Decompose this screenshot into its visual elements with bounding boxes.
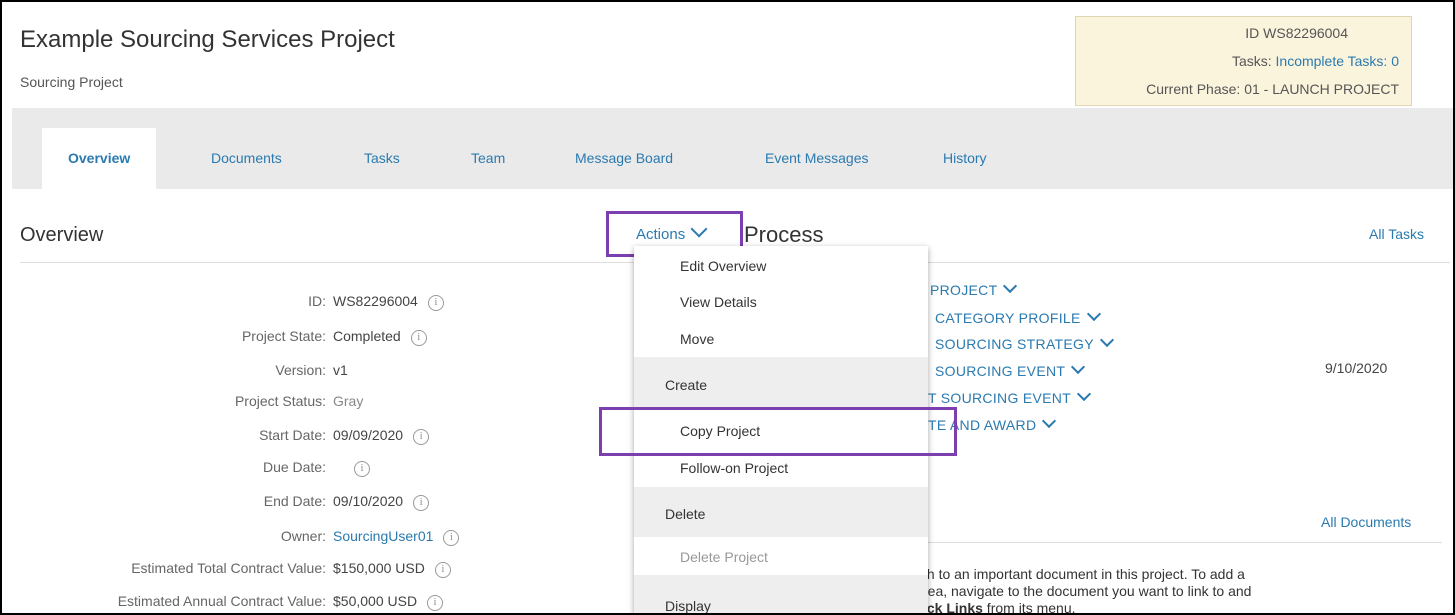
copy-project-highlight-box <box>599 407 957 456</box>
field-end-date-text: 09/10/2020 <box>333 493 404 509</box>
chevron-down-icon <box>1042 413 1057 429</box>
documents-divider <box>922 542 1442 543</box>
desc-line: rea, navigate to the document you want t… <box>923 583 1252 599</box>
field-value-owner: SourcingUser01 i <box>333 528 460 546</box>
phase-label: CATEGORY PROFILE <box>935 310 1081 326</box>
tab-team[interactable]: Team <box>471 150 505 166</box>
phase-link[interactable]: PROJECT <box>930 278 1018 298</box>
phase-link[interactable]: T SOURCING EVENT <box>928 386 1092 406</box>
menu-group-label: Display <box>665 598 711 614</box>
info-id-label: ID <box>1245 25 1260 41</box>
field-label-start-date: Start Date: <box>259 427 326 443</box>
page-frame: Example Sourcing Services Project Sourci… <box>0 0 1455 615</box>
info-phase-value: 01 - LAUNCH PROJECT <box>1244 81 1399 97</box>
info-icon[interactable]: i <box>427 595 444 611</box>
menu-item-label: View Details <box>680 294 757 310</box>
field-project-state-text: Completed <box>333 328 401 344</box>
field-value-annual-contract-value: $50,000 USD i <box>333 593 444 611</box>
field-label-version: Version: <box>275 362 326 378</box>
info-icon[interactable]: i <box>434 562 451 578</box>
field-label-annual-contract-value: Estimated Annual Contract Value: <box>117 593 326 609</box>
info-icon[interactable]: i <box>410 330 427 346</box>
field-label-total-contract-value: Estimated Total Contract Value: <box>131 560 326 576</box>
field-value-total-contract-value: $150,000 USD i <box>333 560 451 578</box>
field-value-due-date: i <box>344 459 370 477</box>
field-value-project-state: Completed i <box>333 328 427 346</box>
tab-history[interactable]: History <box>943 150 987 166</box>
process-section-title: Process <box>744 222 824 247</box>
menu-group-label: Create <box>665 377 708 393</box>
phase-link[interactable]: CATEGORY PROFILE <box>935 306 1101 326</box>
field-value-project-status: Gray <box>333 393 364 409</box>
info-icon[interactable]: i <box>443 530 460 546</box>
menu-group-label: Delete <box>665 506 706 522</box>
tab-message-board[interactable]: Message Board <box>575 150 673 166</box>
chevron-down-icon <box>1003 278 1018 294</box>
field-label-owner: Owner: <box>280 528 326 544</box>
field-value-version: v1 <box>333 362 348 378</box>
page-subtitle: Sourcing Project <box>20 74 123 90</box>
phase-link[interactable]: SOURCING STRATEGY <box>935 332 1114 352</box>
info-phase-row: Current Phase: 01 - LAUNCH PROJECT <box>1146 81 1399 97</box>
phase-date: 9/10/2020 <box>1325 360 1388 376</box>
info-phase-label: Current Phase: <box>1146 81 1241 97</box>
page-title: Example Sourcing Services Project <box>20 26 395 53</box>
phase-label: SOURCING EVENT <box>935 363 1066 379</box>
project-info-box: ID WS82296004 Tasks: Incomplete Tasks: 0… <box>1075 16 1412 106</box>
info-icon[interactable]: i <box>354 461 370 477</box>
field-label-due-date: Due Date: <box>262 459 326 475</box>
phase-label: T SOURCING EVENT <box>928 390 1072 406</box>
owner-link[interactable]: SourcingUser01 <box>333 528 433 544</box>
menu-item-label: Edit Overview <box>680 258 767 274</box>
field-start-date-text: 09/09/2020 <box>333 427 404 443</box>
chevron-down-icon <box>1086 306 1101 322</box>
phase-link[interactable]: SOURCING EVENT <box>935 359 1086 379</box>
quick-links-bold: ick Links <box>923 600 983 615</box>
chevron-down-icon <box>1071 359 1086 375</box>
menu-group-display: Display <box>634 575 928 614</box>
field-total-contract-text: $150,000 USD <box>333 560 425 576</box>
quick-links-description: th to an important document in this proj… <box>923 566 1443 615</box>
menu-group-delete: Delete <box>634 487 928 537</box>
info-icon[interactable]: i <box>413 429 430 445</box>
tab-event-messages[interactable]: Event Messages <box>765 150 869 166</box>
info-icon[interactable]: i <box>427 295 444 311</box>
field-annual-contract-text: $50,000 USD <box>333 593 418 609</box>
all-documents-link[interactable]: All Documents <box>1321 514 1411 530</box>
desc-line: th to an important document in this proj… <box>923 566 1245 582</box>
menu-item-label: Follow-on Project <box>680 460 789 476</box>
field-value-start-date: 09/09/2020 i <box>333 427 430 445</box>
field-id-text: WS82296004 <box>333 293 418 309</box>
info-tasks-row: Tasks: Incomplete Tasks: 0 <box>1232 53 1399 69</box>
tab-documents[interactable]: Documents <box>211 150 282 166</box>
info-tasks-label: Tasks: <box>1231 53 1272 69</box>
phase-label: PROJECT <box>930 282 998 298</box>
incomplete-tasks-link[interactable]: Incomplete Tasks: 0 <box>1276 53 1399 69</box>
field-value-end-date: 09/10/2020 i <box>333 493 430 511</box>
desc-line: ick Links from its menu. <box>923 600 1443 615</box>
field-label-end-date: End Date: <box>263 493 326 509</box>
desc-line-rest: from its menu. <box>982 600 1076 615</box>
menu-item-label: Move <box>680 331 715 347</box>
chevron-down-icon <box>1099 332 1114 348</box>
info-id-row: ID WS82296004 <box>1245 25 1348 41</box>
tab-tasks[interactable]: Tasks <box>364 150 400 166</box>
phase-label: SOURCING STRATEGY <box>935 336 1094 352</box>
tab-overview[interactable]: Overview <box>42 128 157 189</box>
field-label-project-status: Project Status: <box>234 393 326 409</box>
field-label-id: ID: <box>308 293 326 309</box>
menu-item-label: Delete Project <box>680 549 768 565</box>
field-value-id: WS82296004 i <box>333 293 444 311</box>
chevron-down-icon <box>1076 386 1092 402</box>
tab-bar: Overview Documents Tasks Team Message Bo… <box>12 108 1453 189</box>
menu-group-create: Create <box>634 357 928 407</box>
all-tasks-link[interactable]: All Tasks <box>1369 226 1424 242</box>
info-id-value: WS82296004 <box>1263 25 1348 41</box>
info-icon[interactable]: i <box>413 495 430 511</box>
field-label-project-state: Project State: <box>241 328 326 344</box>
overview-section-title: Overview <box>20 224 104 246</box>
